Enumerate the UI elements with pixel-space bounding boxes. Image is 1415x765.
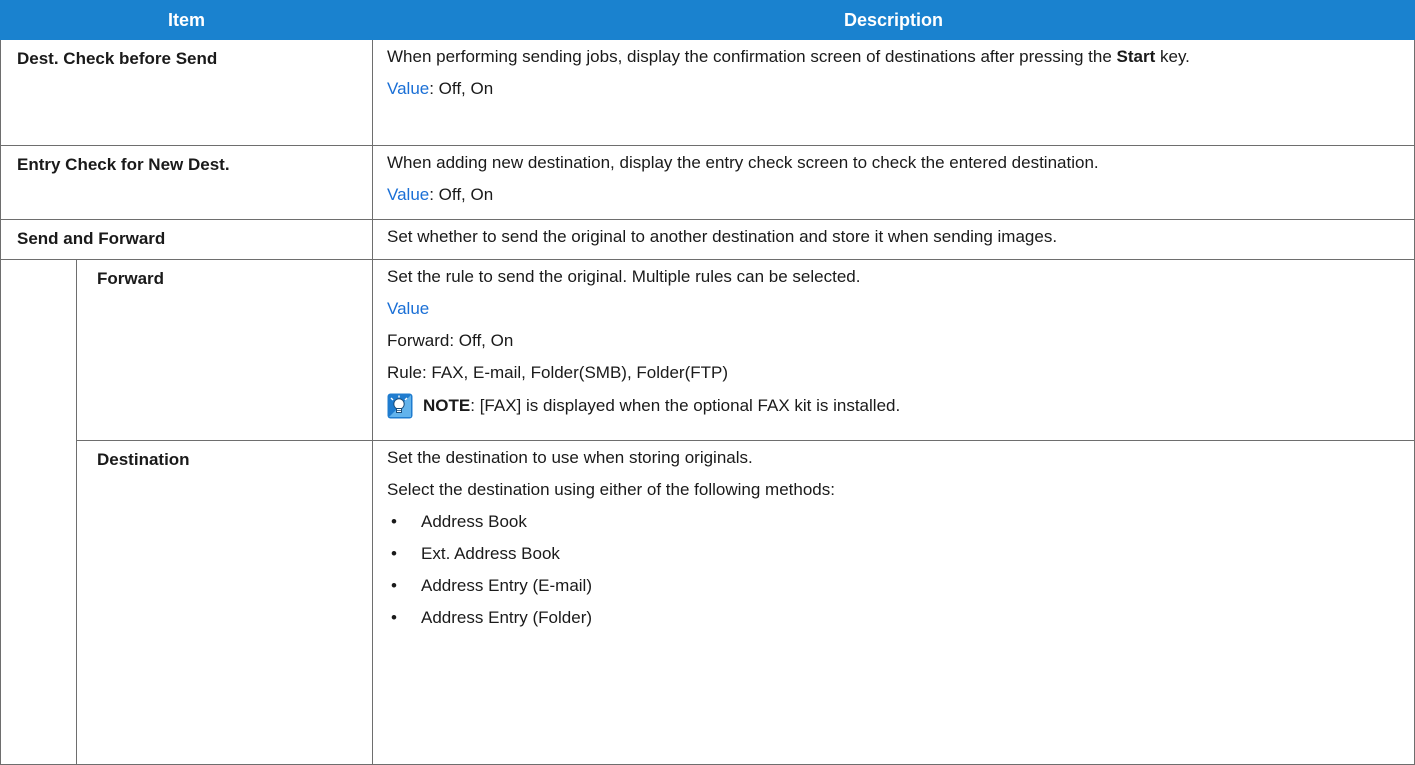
value-link[interactable]: Value bbox=[387, 297, 1400, 321]
column-header-description: Description bbox=[372, 0, 1415, 40]
value-link[interactable]: Value bbox=[387, 79, 429, 98]
item-forward: Forward bbox=[97, 269, 165, 288]
start-key-label: Start bbox=[1116, 47, 1156, 66]
description-text: Select the destination using either of t… bbox=[387, 480, 835, 499]
settings-table: Item Description Dest. Check before Send… bbox=[0, 0, 1415, 765]
list-item: • Address Entry (Folder) bbox=[387, 606, 1400, 630]
bullet-icon: • bbox=[391, 512, 397, 531]
note: NOTE: [FAX] is displayed when the option… bbox=[387, 393, 1400, 419]
indent-cell bbox=[0, 259, 77, 765]
table-header-row: Item Description bbox=[0, 0, 1415, 40]
value-link[interactable]: Value bbox=[387, 185, 429, 204]
description-text: When adding new destination, display the… bbox=[387, 153, 1099, 172]
description-text: Set the rule to send the original. Multi… bbox=[387, 267, 861, 286]
list-item: • Address Book bbox=[387, 510, 1400, 534]
table-row: Forward Set the rule to send the origina… bbox=[0, 259, 1415, 765]
description-cell: Set the rule to send the original. Multi… bbox=[372, 259, 1415, 441]
item-cell: Forward bbox=[75, 259, 374, 441]
description-cell: Set whether to send the original to anot… bbox=[372, 219, 1415, 260]
list-item: • Address Entry (E-mail) bbox=[387, 574, 1400, 598]
note-text: NOTE: [FAX] is displayed when the option… bbox=[423, 396, 901, 415]
item-destination: Destination bbox=[97, 450, 190, 469]
value-line: Value: Off, On bbox=[387, 79, 494, 98]
bullet-icon: • bbox=[391, 608, 397, 627]
description-text: When performing sending jobs, display th… bbox=[387, 47, 1190, 66]
item-cell: Dest. Check before Send bbox=[0, 39, 374, 146]
table-row: Send and Forward Set whether to send the… bbox=[0, 219, 1415, 260]
description-cell: When adding new destination, display the… bbox=[372, 145, 1415, 220]
note-label: NOTE bbox=[423, 396, 471, 415]
description-cell: Set the destination to use when storing … bbox=[372, 440, 1415, 765]
method-list: • Address Book • Ext. Address Book • Addres… bbox=[387, 510, 1400, 630]
bullet-icon: • bbox=[391, 576, 397, 595]
note-icon bbox=[387, 393, 413, 419]
table-row: Dest. Check before Send When performing … bbox=[0, 39, 1415, 146]
table-row: Destination Set the destination to use w… bbox=[1, 440, 1415, 765]
item-dest-check: Dest. Check before Send bbox=[17, 49, 218, 68]
item-cell: Destination bbox=[75, 440, 374, 765]
item-cell: Send and Forward bbox=[0, 219, 374, 260]
description-text: Set whether to send the original to anot… bbox=[387, 227, 1058, 246]
item-send-forward: Send and Forward bbox=[17, 229, 166, 248]
description-cell: When performing sending jobs, display th… bbox=[372, 39, 1415, 146]
bullet-icon: • bbox=[391, 544, 397, 563]
forward-value-line: Forward: Off, On bbox=[387, 331, 514, 350]
rule-value-line: Rule: FAX, E-mail, Folder(SMB), Folder(F… bbox=[387, 363, 729, 382]
item-cell: Entry Check for New Dest. bbox=[0, 145, 374, 220]
settings-page: Item Description Dest. Check before Send… bbox=[0, 0, 1415, 765]
list-item: • Ext. Address Book bbox=[387, 542, 1400, 566]
description-text: Set the destination to use when storing … bbox=[387, 448, 753, 467]
column-header-item: Item bbox=[0, 0, 374, 40]
table-row: Entry Check for New Dest. When adding ne… bbox=[0, 145, 1415, 220]
item-entry-check: Entry Check for New Dest. bbox=[17, 155, 230, 174]
value-line: Value: Off, On bbox=[387, 185, 494, 204]
